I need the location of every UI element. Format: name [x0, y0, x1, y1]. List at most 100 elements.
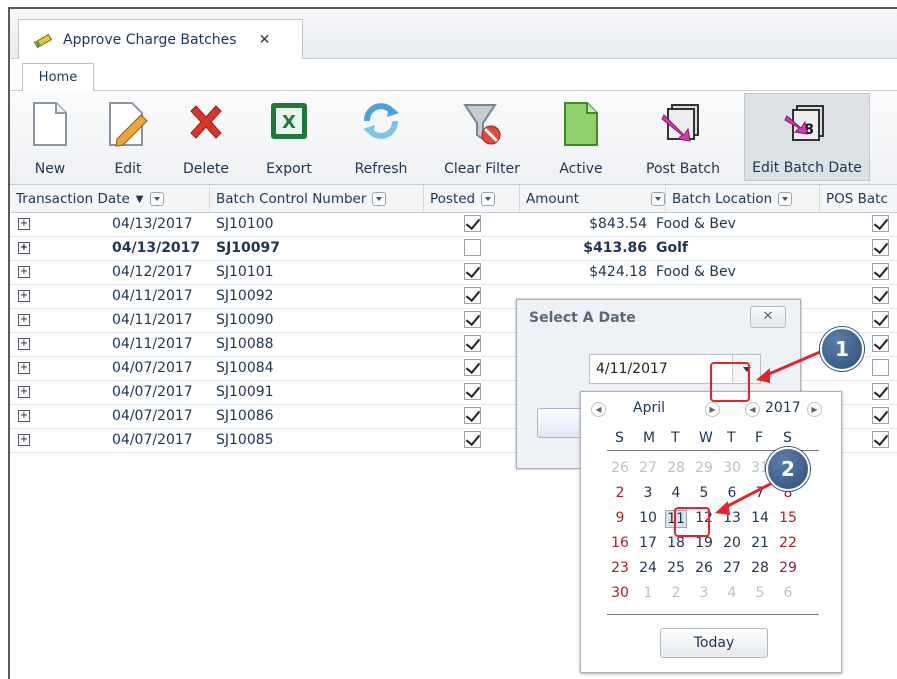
table-row[interactable]: +04/12/2017 SJ10101 $424.18 Food & Bev [10, 261, 897, 285]
next-month-icon[interactable]: ▶ [705, 402, 720, 417]
edit-button[interactable]: Edit [98, 93, 158, 181]
table-row[interactable]: +04/13/2017 SJ10097 $413.86 Golf [10, 237, 897, 261]
expand-row-icon[interactable]: + [18, 266, 30, 278]
filter-dropdown-icon[interactable] [651, 192, 665, 206]
expand-row-icon[interactable]: + [18, 314, 30, 326]
calendar-day[interactable]: 22 [777, 535, 799, 551]
posted-checkbox[interactable] [464, 311, 481, 328]
tab-approve-charge-batches[interactable]: Approve Charge Batches ✕ [18, 19, 303, 59]
expand-row-icon[interactable]: + [18, 434, 30, 446]
calendar-day[interactable]: 6 [777, 585, 799, 601]
calendar-day[interactable]: 24 [637, 560, 659, 576]
edit-batch-date-button[interactable]: 8 Edit Batch Date [744, 93, 870, 181]
pos-batch-checkbox[interactable] [872, 359, 889, 376]
calendar-day[interactable]: 28 [665, 460, 687, 476]
expand-row-icon[interactable]: + [18, 338, 30, 350]
calendar-day[interactable]: 15 [777, 510, 799, 526]
column-batch-control-number[interactable]: Batch Control Number [210, 185, 424, 213]
prev-month-icon[interactable]: ◀ [591, 402, 606, 417]
filter-dropdown-icon[interactable] [481, 192, 496, 206]
posted-checkbox[interactable] [464, 407, 481, 424]
post-batch-button[interactable]: Post Batch [636, 93, 730, 181]
table-row[interactable]: +04/13/2017 SJ10100 $843.54 Food & Bev [10, 213, 897, 237]
column-posted[interactable]: Posted [424, 185, 520, 213]
active-button[interactable]: Active [548, 93, 614, 181]
calendar-day[interactable]: 10 [637, 510, 659, 526]
posted-checkbox[interactable] [464, 239, 481, 256]
tab-home[interactable]: Home [22, 63, 94, 92]
pos-batch-checkbox[interactable] [872, 311, 889, 328]
posted-checkbox[interactable] [464, 383, 481, 400]
expand-row-icon[interactable]: + [18, 242, 30, 254]
calendar-day[interactable]: 26 [693, 560, 715, 576]
posted-checkbox[interactable] [464, 359, 481, 376]
pos-batch-checkbox[interactable] [872, 407, 889, 424]
refresh-button[interactable]: Refresh [344, 93, 418, 181]
clear-filter-button[interactable]: Clear Filter [436, 93, 528, 181]
calendar-day[interactable]: 3 [637, 485, 659, 501]
post-batch-icon [661, 104, 699, 142]
expand-row-icon[interactable]: + [18, 290, 30, 302]
calendar-day[interactable]: 7 [749, 485, 771, 501]
column-transaction-date[interactable]: Transaction Date ▼ [10, 185, 210, 213]
calendar-day[interactable]: 16 [609, 535, 631, 551]
calendar-day[interactable]: 13 [721, 510, 743, 526]
calendar-day[interactable]: 18 [665, 535, 687, 551]
filter-dropdown-icon[interactable] [372, 192, 387, 206]
pos-batch-checkbox[interactable] [872, 335, 889, 352]
calendar-day[interactable]: 4 [665, 485, 687, 501]
expand-row-icon[interactable]: + [18, 362, 30, 374]
prev-year-icon[interactable]: ◀ [745, 402, 760, 417]
calendar-day[interactable]: 29 [777, 560, 799, 576]
calendar-day[interactable]: 19 [693, 535, 715, 551]
pos-batch-checkbox[interactable] [872, 239, 889, 256]
calendar-day[interactable]: 23 [609, 560, 631, 576]
posted-checkbox[interactable] [464, 263, 481, 280]
pos-batch-checkbox[interactable] [872, 431, 889, 448]
calendar-day[interactable]: 28 [749, 560, 771, 576]
export-button[interactable]: X Export [256, 93, 322, 181]
expand-row-icon[interactable]: + [18, 410, 30, 422]
pos-batch-checkbox[interactable] [872, 263, 889, 280]
calendar-day[interactable]: 2 [609, 485, 631, 501]
calendar-day[interactable]: 14 [749, 510, 771, 526]
pos-batch-checkbox[interactable] [872, 383, 889, 400]
calendar-day[interactable]: 4 [721, 585, 743, 601]
calendar-day[interactable]: 6 [721, 485, 743, 501]
dialog-close-button[interactable]: ✕ [750, 306, 786, 328]
posted-checkbox[interactable] [464, 215, 481, 232]
calendar-day[interactable]: 1 [637, 585, 659, 601]
calendar-day[interactable]: 3 [693, 585, 715, 601]
calendar-day[interactable]: 20 [721, 535, 743, 551]
calendar-day[interactable]: 5 [749, 585, 771, 601]
calendar-day[interactable]: 5 [693, 485, 715, 501]
calendar-day[interactable]: 29 [693, 460, 715, 476]
expand-row-icon[interactable]: + [18, 386, 30, 398]
calendar-day[interactable]: 21 [749, 535, 771, 551]
calendar-day[interactable]: 9 [609, 510, 631, 526]
pos-batch-checkbox[interactable] [872, 215, 889, 232]
column-amount[interactable]: Amount [520, 185, 666, 213]
next-year-icon[interactable]: ▶ [807, 402, 822, 417]
posted-checkbox[interactable] [464, 431, 481, 448]
calendar-day[interactable]: 26 [609, 460, 631, 476]
calendar-day[interactable]: 30 [721, 460, 743, 476]
calendar-day[interactable]: 2 [665, 585, 687, 601]
calendar-day[interactable]: 27 [721, 560, 743, 576]
filter-dropdown-icon[interactable] [149, 192, 164, 206]
pos-batch-checkbox[interactable] [872, 287, 889, 304]
calendar-day[interactable]: 25 [665, 560, 687, 576]
filter-dropdown-icon[interactable] [778, 192, 793, 206]
today-button[interactable]: Today [660, 628, 768, 658]
expand-row-icon[interactable]: + [18, 218, 30, 230]
column-batch-location[interactable]: Batch Location [666, 185, 820, 213]
calendar-day[interactable]: 30 [609, 585, 631, 601]
posted-checkbox[interactable] [464, 335, 481, 352]
new-button[interactable]: New [20, 93, 80, 181]
calendar-day[interactable]: 27 [637, 460, 659, 476]
column-pos-batch[interactable]: POS Batc [820, 185, 897, 213]
calendar-day[interactable]: 17 [637, 535, 659, 551]
close-tab-icon[interactable]: ✕ [259, 32, 271, 48]
delete-button[interactable]: Delete [176, 93, 236, 181]
posted-checkbox[interactable] [464, 287, 481, 304]
